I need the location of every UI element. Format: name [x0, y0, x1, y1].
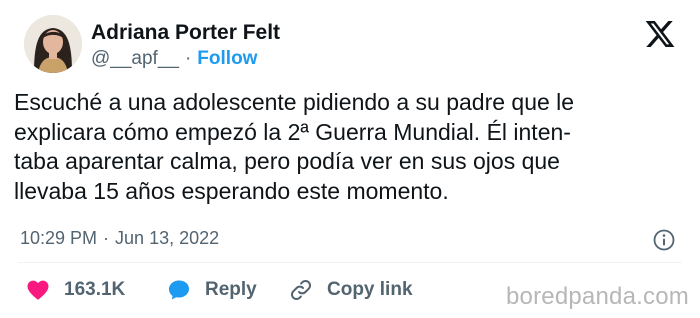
heart-icon: [27, 280, 49, 300]
x-logo-icon[interactable]: [643, 18, 677, 50]
reply-label: Reply: [205, 279, 257, 300]
like-button[interactable]: 163.1K: [26, 278, 125, 302]
handle-separator: ·: [184, 48, 192, 69]
tweet-text-line: taba aparentar calma, pero podía ver en …: [14, 148, 560, 174]
tweet-date: Jun 13, 2022: [115, 228, 220, 248]
tweet-text-line: explicara cómo empezó la 2ª Guerra Mundi…: [14, 118, 571, 145]
watermark: boredpanda.com: [506, 283, 689, 310]
author-handle-row: @__apf__ · Follow: [91, 48, 257, 70]
divider: [18, 262, 682, 263]
avatar[interactable]: [24, 15, 82, 73]
reply-bubble-icon: [169, 280, 189, 300]
tweet-text-line: Escuché a una adolescente pidiendo a su …: [14, 89, 575, 115]
timestamp-separator: ·: [103, 228, 110, 248]
reply-button[interactable]: Reply: [167, 278, 257, 302]
tweet-text-line: llevaba 15 años esperando este momento.: [14, 177, 449, 204]
tweet-time: 10:29 PM: [20, 228, 98, 248]
tweet-timestamp[interactable]: 10:29 PM · Jun 13, 2022: [20, 228, 219, 249]
link-icon: [290, 279, 312, 301]
author-name[interactable]: Adriana Porter Felt: [91, 21, 280, 45]
follow-button[interactable]: Follow: [197, 48, 257, 70]
author-handle[interactable]: @__apf__: [91, 48, 179, 70]
tweet-text: Escuché a una adolescente pidiendo a su …: [14, 88, 690, 206]
info-icon[interactable]: [652, 228, 676, 252]
copy-link-label: Copy link: [327, 279, 413, 300]
copy-link-button[interactable]: Copy link: [289, 278, 413, 302]
like-count: 163.1K: [64, 279, 126, 300]
profile-photo: [24, 15, 82, 73]
